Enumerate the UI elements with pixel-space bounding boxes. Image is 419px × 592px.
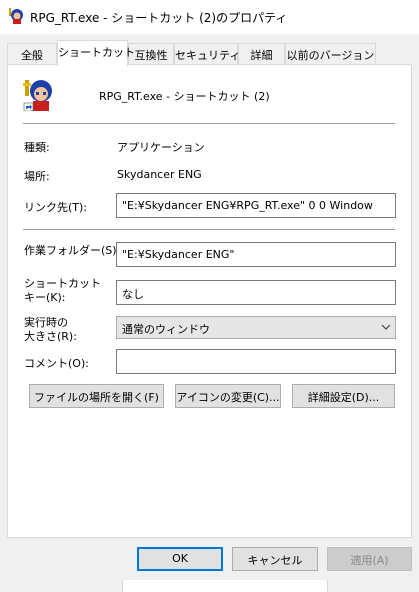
hotkey-label: ショートカット キー(K):	[24, 277, 101, 305]
run-size-select[interactable]: 通常のウィンドウ	[116, 316, 396, 339]
shortcut-name: RPG_RT.exe - ショートカット (2)	[99, 90, 270, 103]
background-window-edge	[122, 580, 328, 592]
run-size-value: 通常のウィンドウ	[122, 323, 210, 336]
tab-security[interactable]: セキュリティ	[174, 43, 240, 64]
run-size-label-line2: 大きさ(R):	[24, 330, 77, 343]
location-label: 場所:	[24, 170, 50, 183]
tab-general[interactable]: 全般	[7, 43, 57, 64]
comment-field[interactable]	[116, 349, 396, 374]
tab-details[interactable]: 詳細	[238, 43, 285, 64]
advanced-settings-button[interactable]: 詳細設定(D)...	[292, 384, 395, 408]
tab-bar: 全般 ショートカット 互換性 セキュリティ 詳細 以前のバージョン	[0, 40, 419, 66]
chevron-down-icon	[381, 324, 391, 330]
tab-shortcut[interactable]: ショートカット	[57, 40, 135, 66]
apply-button[interactable]: 適用(A)	[327, 547, 412, 571]
run-size-label-line1: 実行時の	[24, 316, 68, 329]
hotkey-label-line1: ショートカット	[24, 277, 101, 290]
open-file-location-button[interactable]: ファイルの場所を開く(F)	[29, 384, 164, 408]
comment-label: コメント(O):	[24, 357, 89, 370]
rpg-character-shortcut-icon	[23, 79, 55, 111]
workdir-field[interactable]: "E:¥Skydancer ENG"	[116, 242, 396, 267]
change-icon-button[interactable]: アイコンの変更(C)...	[175, 384, 281, 408]
run-size-label: 実行時の 大きさ(R):	[24, 316, 77, 344]
title-bar: RPG_RT.exe - ショートカット (2)のプロパティ	[0, 0, 419, 34]
type-label: 種類:	[24, 141, 50, 154]
location-value: Skydancer ENG	[117, 168, 202, 181]
target-field[interactable]: "E:¥Skydancer ENG¥RPG_RT.exe" 0 0 Window	[116, 193, 396, 218]
divider	[23, 229, 395, 230]
hotkey-label-line2: キー(K):	[24, 291, 66, 304]
divider	[23, 123, 395, 124]
ok-button[interactable]: OK	[137, 547, 223, 571]
shortcut-panel: RPG_RT.exe - ショートカット (2) 種類: アプリケーション 場所…	[7, 64, 412, 538]
window-title: RPG_RT.exe - ショートカット (2)のプロパティ	[30, 11, 288, 25]
rpg-character-app-icon	[8, 8, 24, 24]
cancel-button[interactable]: キャンセル	[232, 547, 318, 571]
type-value: アプリケーション	[117, 141, 205, 154]
tab-previous-versions[interactable]: 以前のバージョン	[285, 43, 376, 64]
workdir-label: 作業フォルダー(S):	[24, 244, 121, 257]
hotkey-field[interactable]: なし	[116, 280, 396, 305]
target-label: リンク先(T):	[24, 201, 88, 214]
